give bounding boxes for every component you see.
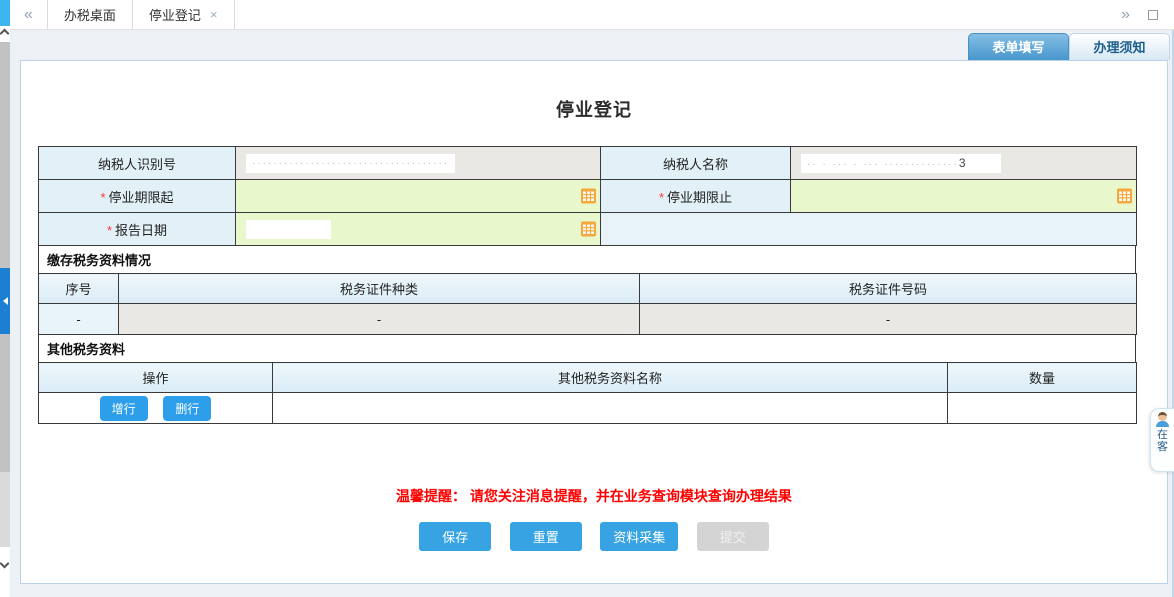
submit-button[interactable]: 提交 — [697, 522, 769, 551]
tabs-scroll-left-icon[interactable]: « — [10, 0, 47, 29]
reminder-text: 温馨提醒： 请您关注消息提醒，并在业务查询模块查询办理结果 — [21, 486, 1167, 506]
section-deposit-title: 缴存税务资料情况 — [38, 245, 1136, 274]
calendar-icon[interactable] — [581, 222, 596, 237]
suspend-end-label: *停业期限止 — [601, 180, 791, 213]
taxpayer-name-label: 纳税人名称 — [601, 147, 791, 180]
tabs-scroll-right-icon[interactable]: » — [1107, 0, 1144, 29]
online-service-widget[interactable]: 在 客 — [1150, 408, 1174, 472]
table-row: 增行 删行 — [39, 393, 1137, 424]
column-header: 数量 — [948, 363, 1137, 393]
maximize-icon[interactable] — [1148, 10, 1158, 20]
tab-label: 办税桌面 — [64, 5, 116, 24]
table-row: - - - — [39, 304, 1137, 335]
table-row: *报告日期 — [39, 213, 1137, 246]
scrollbar-thumb[interactable] — [0, 42, 10, 472]
required-mark: * — [659, 190, 664, 205]
suspend-end-field[interactable] — [791, 180, 1137, 213]
taxpayer-name-value: ·· · ··· · ··· ··············3 — [791, 147, 1137, 180]
service-widget-label: 在 客 — [1151, 429, 1174, 453]
tab-tax-desktop[interactable]: 办税桌面 — [47, 0, 133, 29]
taxpayer-id-value: ····································· — [236, 147, 601, 180]
report-date-label: *报告日期 — [39, 213, 236, 246]
table-header-row: 操作 其他税务资料名称 数量 — [39, 363, 1137, 393]
left-strip-accent — [0, 0, 10, 26]
calendar-icon[interactable] — [1117, 189, 1132, 204]
scroll-down-icon[interactable] — [0, 559, 9, 569]
column-header: 税务证件号码 — [640, 274, 1137, 304]
calendar-icon[interactable] — [581, 189, 596, 204]
column-header: 序号 — [39, 274, 119, 304]
section-other-title: 其他税务资料 — [38, 334, 1136, 363]
collapse-arrow-icon — [3, 297, 8, 305]
taxpayer-form-table: 纳税人识别号 ·································… — [38, 146, 1137, 246]
table-cell: - — [119, 304, 640, 335]
tabbar-spacer — [235, 0, 1108, 29]
column-header: 其他税务资料名称 — [273, 363, 948, 393]
scroll-up-icon[interactable] — [0, 29, 9, 39]
service-agent-icon — [1155, 412, 1170, 427]
tab-handling-notes[interactable]: 办理须知 — [1069, 33, 1170, 60]
page-title: 停业登记 — [21, 96, 1167, 122]
redacted-value: ·· · ··· · ··· ··············3 — [801, 154, 1001, 173]
column-header: 税务证件种类 — [119, 274, 640, 304]
tab-close-icon[interactable]: × — [210, 7, 218, 22]
left-scroll-strip — [0, 0, 10, 597]
suspend-start-field[interactable] — [236, 180, 601, 213]
required-mark: * — [100, 190, 105, 205]
empty-cell — [601, 213, 1137, 246]
action-button-bar: 保存 重置 资料采集 提交 — [21, 522, 1167, 551]
report-date-field[interactable] — [236, 213, 601, 246]
tab-label: 停业登记 — [149, 5, 201, 24]
panel-tab-group: 表单填写 办理须知 — [968, 33, 1170, 60]
redacted-value — [246, 220, 331, 239]
reset-button[interactable]: 重置 — [510, 522, 582, 551]
panel-collapse-handle[interactable] — [0, 268, 10, 334]
other-materials-table: 操作 其他税务资料名称 数量 增行 删行 — [38, 362, 1137, 424]
table-row: *停业期限起 *停业期限止 — [39, 180, 1137, 213]
row-actions-cell: 增行 删行 — [39, 393, 273, 424]
table-row: 纳税人识别号 ·································… — [39, 147, 1137, 180]
quantity-cell[interactable] — [948, 393, 1137, 424]
tab-suspension-registration[interactable]: 停业登记 × — [133, 0, 235, 29]
main-panel: 停业登记 纳税人识别号 ····························… — [20, 60, 1168, 584]
column-header: 操作 — [39, 363, 273, 393]
save-button[interactable]: 保存 — [419, 522, 491, 551]
material-name-cell[interactable] — [273, 393, 948, 424]
delete-row-button[interactable]: 删行 — [163, 396, 211, 421]
table-cell: - — [640, 304, 1137, 335]
tab-bar: « 办税桌面 停业登记 × » — [10, 0, 1174, 30]
suspend-start-label: *停业期限起 — [39, 180, 236, 213]
table-header-row: 序号 税务证件种类 税务证件号码 — [39, 274, 1137, 304]
tab-form-fill[interactable]: 表单填写 — [968, 33, 1069, 60]
required-mark: * — [107, 223, 112, 238]
scrollbar-track[interactable] — [0, 42, 10, 547]
add-row-button[interactable]: 增行 — [100, 396, 148, 421]
table-cell: - — [39, 304, 119, 335]
collect-materials-button[interactable]: 资料采集 — [600, 522, 678, 551]
redacted-value: ····································· — [246, 154, 455, 173]
taxpayer-id-label: 纳税人识别号 — [39, 147, 236, 180]
deposit-table: 序号 税务证件种类 税务证件号码 - - - — [38, 273, 1137, 335]
